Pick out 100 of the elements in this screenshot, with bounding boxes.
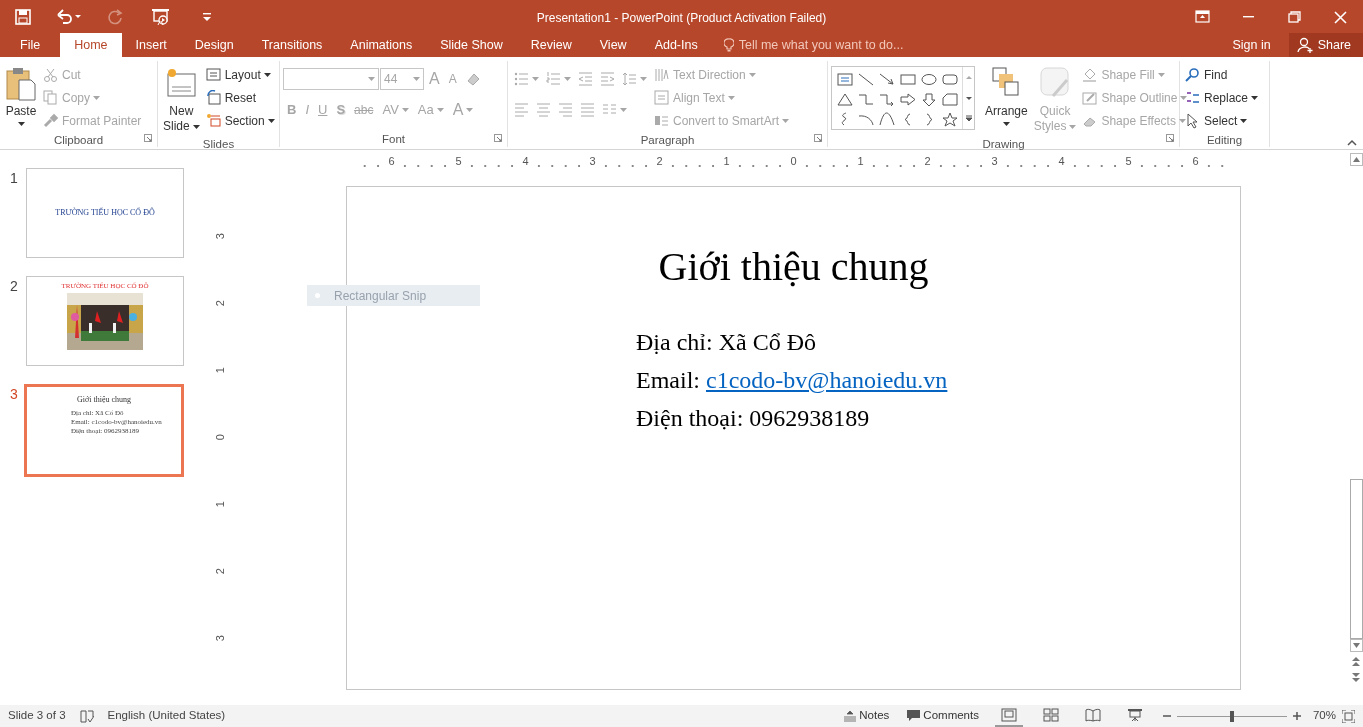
group-label: Clipboard bbox=[53, 133, 104, 148]
ruler-number: 1 bbox=[212, 367, 227, 374]
ribbon-button[interactable]: Reset bbox=[203, 87, 277, 109]
ribbon-tab[interactable]: Home bbox=[60, 33, 122, 57]
increase-indent-icon bbox=[600, 71, 615, 87]
down-arrow-icon bbox=[1352, 643, 1360, 648]
launcher-icon[interactable] bbox=[1166, 134, 1174, 142]
share-button[interactable]: Share bbox=[1288, 33, 1363, 57]
caret-icon bbox=[263, 73, 271, 77]
ribbon-button[interactable]: Section bbox=[203, 110, 277, 132]
caret-icon bbox=[401, 108, 409, 112]
fit-to-window-icon[interactable] bbox=[1342, 709, 1355, 723]
ruler-number: 6 bbox=[1190, 155, 1201, 167]
ribbon-button[interactable]: New Slide bbox=[161, 64, 202, 136]
caret-icon bbox=[782, 119, 790, 123]
collapse-icon[interactable] bbox=[1347, 139, 1357, 146]
previous-slide-button[interactable] bbox=[1349, 655, 1363, 668]
curve-icon[interactable] bbox=[877, 111, 896, 127]
ribbon-tab[interactable]: Slide Show bbox=[426, 33, 517, 57]
email-link[interactable]: c1codo-bv@hanoiedu.vn bbox=[706, 367, 948, 393]
caret-icon bbox=[368, 77, 375, 81]
reset-icon bbox=[205, 90, 222, 106]
ruler-number: 2 bbox=[922, 155, 933, 167]
scroll-thumb[interactable] bbox=[1349, 479, 1363, 639]
oval-icon[interactable] bbox=[919, 71, 938, 87]
star-icon[interactable] bbox=[940, 111, 959, 127]
caret-icon bbox=[1157, 73, 1165, 77]
shapes-gallery[interactable] bbox=[831, 66, 975, 130]
launcher-icon[interactable] bbox=[144, 134, 152, 142]
ruler-number: 0 bbox=[212, 434, 227, 441]
group-label: Slides bbox=[202, 137, 235, 152]
sign-in-link[interactable]: Sign in bbox=[1218, 33, 1285, 57]
ruler-number: 0 bbox=[788, 155, 799, 167]
ribbon-tab[interactable]: Add-Ins bbox=[640, 33, 712, 57]
more-icon[interactable] bbox=[963, 114, 974, 124]
ruler-number: 2 bbox=[212, 300, 227, 307]
caret-icon bbox=[192, 124, 200, 129]
language-label[interactable]: English (United States) bbox=[107, 707, 226, 725]
double-down-icon bbox=[1352, 673, 1360, 682]
arrow-icon[interactable] bbox=[877, 71, 896, 87]
customize-icon bbox=[202, 11, 212, 22]
spelling-icon[interactable] bbox=[79, 709, 94, 723]
ribbon-tab[interactable]: File bbox=[0, 33, 61, 57]
double-up-icon bbox=[1352, 657, 1360, 666]
ruler-number: 3 bbox=[212, 233, 227, 240]
align-center-icon bbox=[536, 102, 551, 118]
justify-icon bbox=[580, 102, 595, 118]
caret-icon bbox=[1251, 96, 1259, 100]
lightbulb-icon bbox=[723, 38, 734, 52]
zoom-level[interactable]: 70% bbox=[1312, 707, 1336, 725]
launcher-icon[interactable] bbox=[814, 134, 822, 142]
snip-shape-icon[interactable] bbox=[940, 91, 959, 107]
zoom-out-icon[interactable] bbox=[1162, 712, 1171, 720]
right-arrow-icon[interactable] bbox=[898, 91, 917, 107]
triangle-icon[interactable] bbox=[835, 91, 854, 107]
scroll-up-button[interactable] bbox=[1349, 153, 1363, 166]
slide-number: 2 bbox=[10, 277, 19, 296]
ribbon-button[interactable]: Arrange bbox=[983, 64, 1030, 128]
caret-icon bbox=[727, 96, 735, 100]
caret-icon bbox=[1180, 96, 1188, 100]
window-title: Presentation1 - PowerPoint (Product Activation Failed) bbox=[536, 10, 827, 27]
caret-icon bbox=[436, 108, 444, 112]
ribbon-tab[interactable]: Review bbox=[516, 33, 586, 57]
ribbon-tab[interactable]: Design bbox=[180, 33, 248, 57]
group-label: Font bbox=[382, 132, 405, 147]
ribbon-button[interactable]: Layout bbox=[203, 64, 277, 86]
line-icon[interactable] bbox=[856, 71, 875, 87]
decrease-indent-icon bbox=[578, 71, 593, 87]
zoom-in-icon[interactable] bbox=[1292, 712, 1301, 720]
tell-me-field[interactable]: Tell me what you want to do... bbox=[723, 33, 937, 57]
ribbon-tab[interactable]: Transitions bbox=[247, 33, 337, 57]
minimize-icon bbox=[1242, 15, 1254, 18]
slide-sorter-icon bbox=[1042, 708, 1059, 722]
thumbnail-title: Giới thiệu chung bbox=[77, 394, 131, 406]
ruler-number: 2 bbox=[212, 568, 227, 575]
ruler-number: 6 bbox=[386, 155, 397, 167]
scroll-down-button[interactable] bbox=[1349, 639, 1363, 652]
ruler-number: 1 bbox=[855, 155, 866, 167]
rounded-rectangle-icon[interactable] bbox=[940, 71, 959, 87]
section-icon bbox=[205, 113, 222, 129]
notes-button[interactable]: Notes bbox=[842, 705, 892, 727]
elbow-arrow-icon[interactable] bbox=[877, 91, 896, 107]
paintbrush-icon bbox=[43, 113, 59, 129]
group-label: Paragraph bbox=[640, 133, 695, 148]
ribbon-tab[interactable]: Animations bbox=[336, 33, 427, 57]
group-label: Editing bbox=[1206, 133, 1243, 148]
caret-icon bbox=[267, 119, 275, 123]
zoom-slider-thumb[interactable] bbox=[1229, 710, 1234, 722]
replace-icon bbox=[1185, 90, 1201, 106]
comments-button[interactable]: Comments bbox=[905, 705, 981, 727]
up-arrow-icon bbox=[1352, 157, 1360, 162]
ribbon-tab[interactable]: View bbox=[585, 33, 641, 57]
slide-title: Giới thiệu chung bbox=[658, 243, 929, 291]
ribbon-button[interactable]: Select bbox=[1183, 110, 1261, 132]
ribbon-tab[interactable]: Insert bbox=[121, 33, 181, 57]
tooltip-text: Rectangular Snip bbox=[334, 287, 427, 305]
launcher-icon[interactable] bbox=[494, 134, 502, 142]
caret-icon bbox=[1178, 119, 1186, 123]
ribbon-button[interactable]: Paste bbox=[3, 64, 39, 128]
slide-thumbnail[interactable]: TRƯỜNG TIỂU HỌC CỔ ĐÔ bbox=[26, 168, 184, 258]
